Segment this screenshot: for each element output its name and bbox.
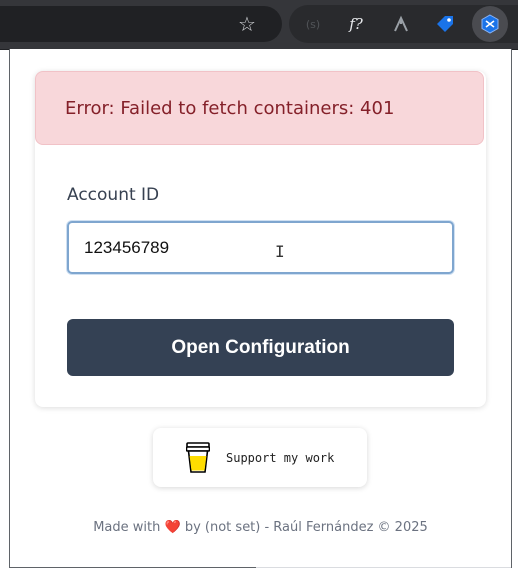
account-id-input[interactable]	[67, 221, 454, 274]
heart-icon: ❤️	[164, 520, 181, 535]
footer: Made with ❤️ by (not set) - Raúl Fernánd…	[10, 520, 511, 535]
open-configuration-button[interactable]: Open Configuration	[67, 319, 454, 376]
browser-toolbar: ☆ (s) f?	[0, 0, 518, 50]
extensions-group: (s) f?	[289, 5, 518, 43]
formula-extension-icon[interactable]: f?	[344, 12, 368, 36]
extension-popup: Error: Failed to fetch containers: 401 A…	[9, 49, 512, 568]
config-card: Error: Failed to fetch containers: 401 A…	[35, 71, 486, 407]
star-icon[interactable]: ☆	[236, 13, 258, 35]
account-id-label: Account ID	[67, 185, 160, 205]
faded-extension-icon[interactable]: (s)	[301, 12, 325, 36]
container-extension-icon[interactable]	[472, 6, 508, 42]
text-cursor-icon: I	[275, 242, 285, 261]
footer-prefix: Made with	[93, 520, 161, 535]
divider	[256, 567, 511, 568]
tag-extension-icon[interactable]	[433, 12, 457, 36]
branch-extension-icon[interactable]	[389, 12, 413, 36]
support-label: Support my work	[226, 450, 335, 465]
error-banner: Error: Failed to fetch containers: 401	[35, 71, 484, 145]
footer-credits: by (not set) - Raúl Fernández © 2025	[184, 520, 428, 535]
support-my-work-button[interactable]: Support my work	[153, 428, 367, 487]
coffee-cup-icon	[186, 441, 210, 473]
